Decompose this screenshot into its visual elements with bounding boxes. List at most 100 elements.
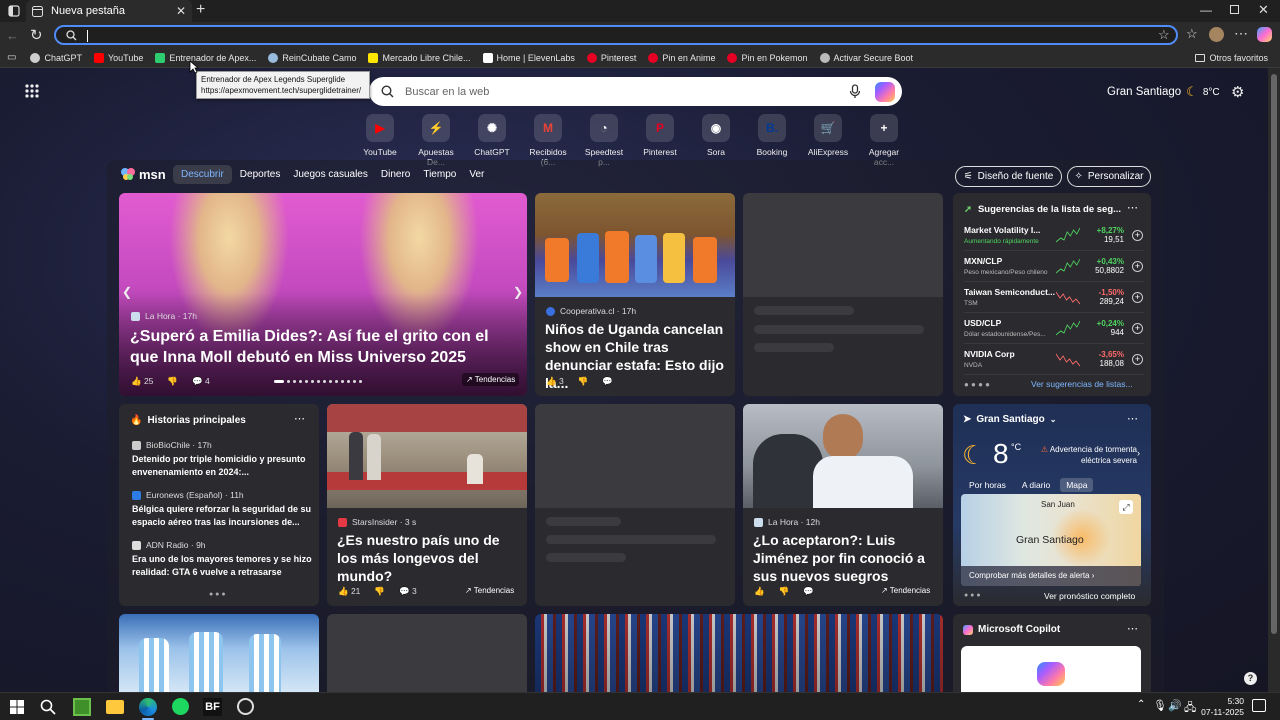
clock[interactable]: 5:30 07-11-2025	[1200, 696, 1244, 718]
jimenez-title[interactable]: ¿Lo aceptaron?: Luis Jiménez por fin con…	[753, 531, 937, 585]
favorite-item[interactable]: ReinCubate Camo	[268, 52, 356, 63]
add-to-watchlist-icon[interactable]: +	[1132, 260, 1143, 272]
story-item[interactable]: ADN Radio · 9h Era uno de los mayores tem…	[132, 540, 312, 590]
weather-alert[interactable]: ⚠ Advertencia de tormenta eléctrica seve…	[1037, 444, 1137, 466]
carousel-next-icon[interactable]: ❯	[513, 285, 523, 299]
dislike-icon[interactable]: 👎	[779, 586, 790, 597]
tab-dinero[interactable]: Dinero	[381, 169, 410, 180]
close-tab-icon[interactable]: ✕	[176, 4, 186, 18]
address-bar[interactable]: ☆	[54, 25, 1178, 45]
favorites-icon[interactable]: ☆	[1186, 26, 1198, 42]
alert-details-link[interactable]: Comprobar más detalles de alerta ›	[961, 566, 1141, 586]
microphone-icon[interactable]: 🎙	[1153, 699, 1167, 712]
copilot-panel[interactable]	[961, 646, 1141, 692]
jimenez-card[interactable]: La Hora · 12h ¿Lo aceptaron?: Luis Jimén…	[743, 404, 943, 606]
favorite-item[interactable]: Pin en Anime	[648, 52, 715, 63]
personalize-button[interactable]: ✧ Personalizar	[1067, 166, 1151, 187]
carousel-dots[interactable]	[274, 380, 362, 383]
watchlist-row[interactable]: NVIDIA Corp NVDA -3,65% 188,08 +	[964, 344, 1144, 375]
copilot-icon[interactable]	[1257, 27, 1272, 42]
longevos-title[interactable]: ¿Es nuestro país uno de los más longevos…	[337, 531, 521, 585]
notifications-icon[interactable]	[1252, 699, 1266, 712]
dislike-icon[interactable]: 👎	[374, 586, 385, 597]
trending-badge[interactable]: ↗ Tendencias	[462, 373, 520, 386]
refresh-button[interactable]: ↻	[30, 26, 43, 44]
favorite-item[interactable]: ChatGPT	[30, 52, 82, 63]
tab-descubrir[interactable]: Descubrir	[173, 165, 232, 184]
volume-icon[interactable]: 🔊	[1168, 699, 1182, 712]
back-button[interactable]: ←	[6, 28, 19, 43]
close-window-button[interactable]: ✕	[1258, 2, 1269, 18]
bookmark-star-icon[interactable]: ☆	[1158, 27, 1170, 43]
bf-icon[interactable]: BF	[203, 698, 222, 716]
more-options-icon[interactable]: ⋯	[1127, 622, 1138, 635]
microphone-icon[interactable]	[849, 84, 861, 99]
pagination-dots[interactable]: ● ● ●	[964, 592, 981, 599]
profile-avatar[interactable]	[1209, 27, 1224, 42]
web-search-box[interactable]: Buscar en la web	[369, 77, 902, 106]
new-tab-button[interactable]: +	[196, 1, 205, 19]
story-item[interactable]: Euronews (Español) · 11h Bélgica quiere r…	[132, 490, 312, 540]
network-icon[interactable]: 🖧	[1184, 699, 1196, 718]
font-design-button[interactable]: ⚟ Diseño de fuente	[955, 166, 1062, 187]
more-options-icon[interactable]: ⋯	[1127, 201, 1138, 214]
tray-chevron-icon[interactable]: ⌃	[1137, 699, 1145, 710]
add-to-watchlist-icon[interactable]: +	[1132, 353, 1143, 365]
edge-icon[interactable]	[139, 698, 157, 716]
carousel-prev-icon[interactable]: ❮	[122, 285, 132, 299]
chevron-right-icon[interactable]: ›	[1137, 448, 1140, 458]
steam-icon[interactable]	[237, 698, 254, 715]
weather-location[interactable]: ➤ Gran Santiago ⌄	[963, 414, 1056, 425]
collections-icon[interactable]: ▭	[7, 52, 16, 63]
app-launcher-icon[interactable]	[25, 84, 39, 98]
pagination-dots[interactable]: ● ● ●	[209, 591, 226, 598]
comment-icon[interactable]: 💬	[803, 586, 814, 597]
more-watchlists-link[interactable]: Ver sugerencias de listas...	[1031, 379, 1133, 389]
tab-ver[interactable]: Ver	[469, 169, 484, 180]
hero-card[interactable]: ❮ ❯ La Hora · 17h ¿Superó a Emilia Dides…	[119, 193, 527, 396]
tab-new-tab[interactable]: Nueva pestaña ✕	[26, 0, 192, 22]
favorite-item[interactable]: Pinterest	[586, 52, 636, 63]
search-icon[interactable]	[40, 699, 56, 715]
dislike-icon[interactable]: 👎	[167, 376, 178, 387]
dislike-icon[interactable]: 👎	[578, 376, 589, 387]
add-to-watchlist-icon[interactable]: +	[1132, 229, 1143, 241]
favorite-item[interactable]: Activar Secure Boot	[819, 52, 913, 63]
favorite-item[interactable]: Pin en Pokemon	[727, 52, 808, 63]
watchlist-row[interactable]: USD/CLP Dólar estadounidense/Pes... +0,24%…	[964, 313, 1144, 344]
tab-juegos[interactable]: Juegos casuales	[293, 169, 368, 180]
weather-map[interactable]: San Juan Gran Santiago ⤢ Comprobar más d…	[961, 494, 1141, 586]
pagination-dots[interactable]: ● ● ● ●	[964, 380, 990, 389]
maximize-button[interactable]	[1230, 5, 1239, 14]
longevos-card[interactable]: StarsInsider · 3 s ¿Es nuestro país uno …	[327, 404, 527, 606]
minecraft-icon[interactable]	[73, 698, 91, 716]
stadium-card[interactable]	[535, 614, 943, 692]
favorite-item[interactable]: Entrenador de Apex...	[155, 52, 256, 63]
watchlist-row[interactable]: MXN/CLP Peso mexicano/Peso chileno +0,43% 5…	[964, 251, 1144, 282]
football-card[interactable]	[119, 614, 319, 692]
uganda-card[interactable]: Cooperativa.cl · 17h Niños de Uganda can…	[535, 193, 735, 396]
tab-tiempo[interactable]: Tiempo	[423, 169, 456, 180]
tab-deportes[interactable]: Deportes	[240, 169, 281, 180]
msn-logo[interactable]: msn	[120, 166, 166, 182]
more-options-icon[interactable]: ⋯	[1127, 412, 1138, 425]
tab-actions-icon[interactable]	[8, 5, 20, 17]
other-favorites[interactable]: Otros favoritos	[1195, 53, 1268, 63]
settings-gear-icon[interactable]: ⚙	[1231, 83, 1244, 101]
tab-hourly[interactable]: Por horas	[963, 478, 1012, 492]
favorite-item[interactable]: YouTube	[93, 52, 143, 63]
watchlist-row[interactable]: Taiwan Semiconduct... TSM -1,50% 289,24 +	[964, 282, 1144, 313]
more-options-icon[interactable]: ⋯	[294, 412, 305, 425]
tab-map[interactable]: Mapa	[1060, 478, 1094, 492]
header-weather[interactable]: Gran Santiago ☾ 8°C	[1107, 84, 1220, 100]
watchlist-row[interactable]: Market Volatility I... Aumentando rápidam…	[964, 220, 1144, 251]
add-to-watchlist-icon[interactable]: +	[1132, 291, 1143, 303]
full-forecast-link[interactable]: Ver pronóstico completo	[1044, 591, 1135, 601]
comment-button[interactable]: 💬 4	[192, 376, 210, 387]
copilot-search-icon[interactable]	[875, 82, 895, 102]
comment-button[interactable]: 💬 3	[399, 586, 417, 597]
story-item[interactable]: BioBioChile · 17h Detenido por triple hom…	[132, 440, 312, 490]
favorite-item[interactable]: Mercado Libre Chile...	[368, 52, 471, 63]
trending-badge[interactable]: ↗ Tendencias	[881, 586, 930, 595]
minimize-button[interactable]: —	[1200, 3, 1212, 17]
